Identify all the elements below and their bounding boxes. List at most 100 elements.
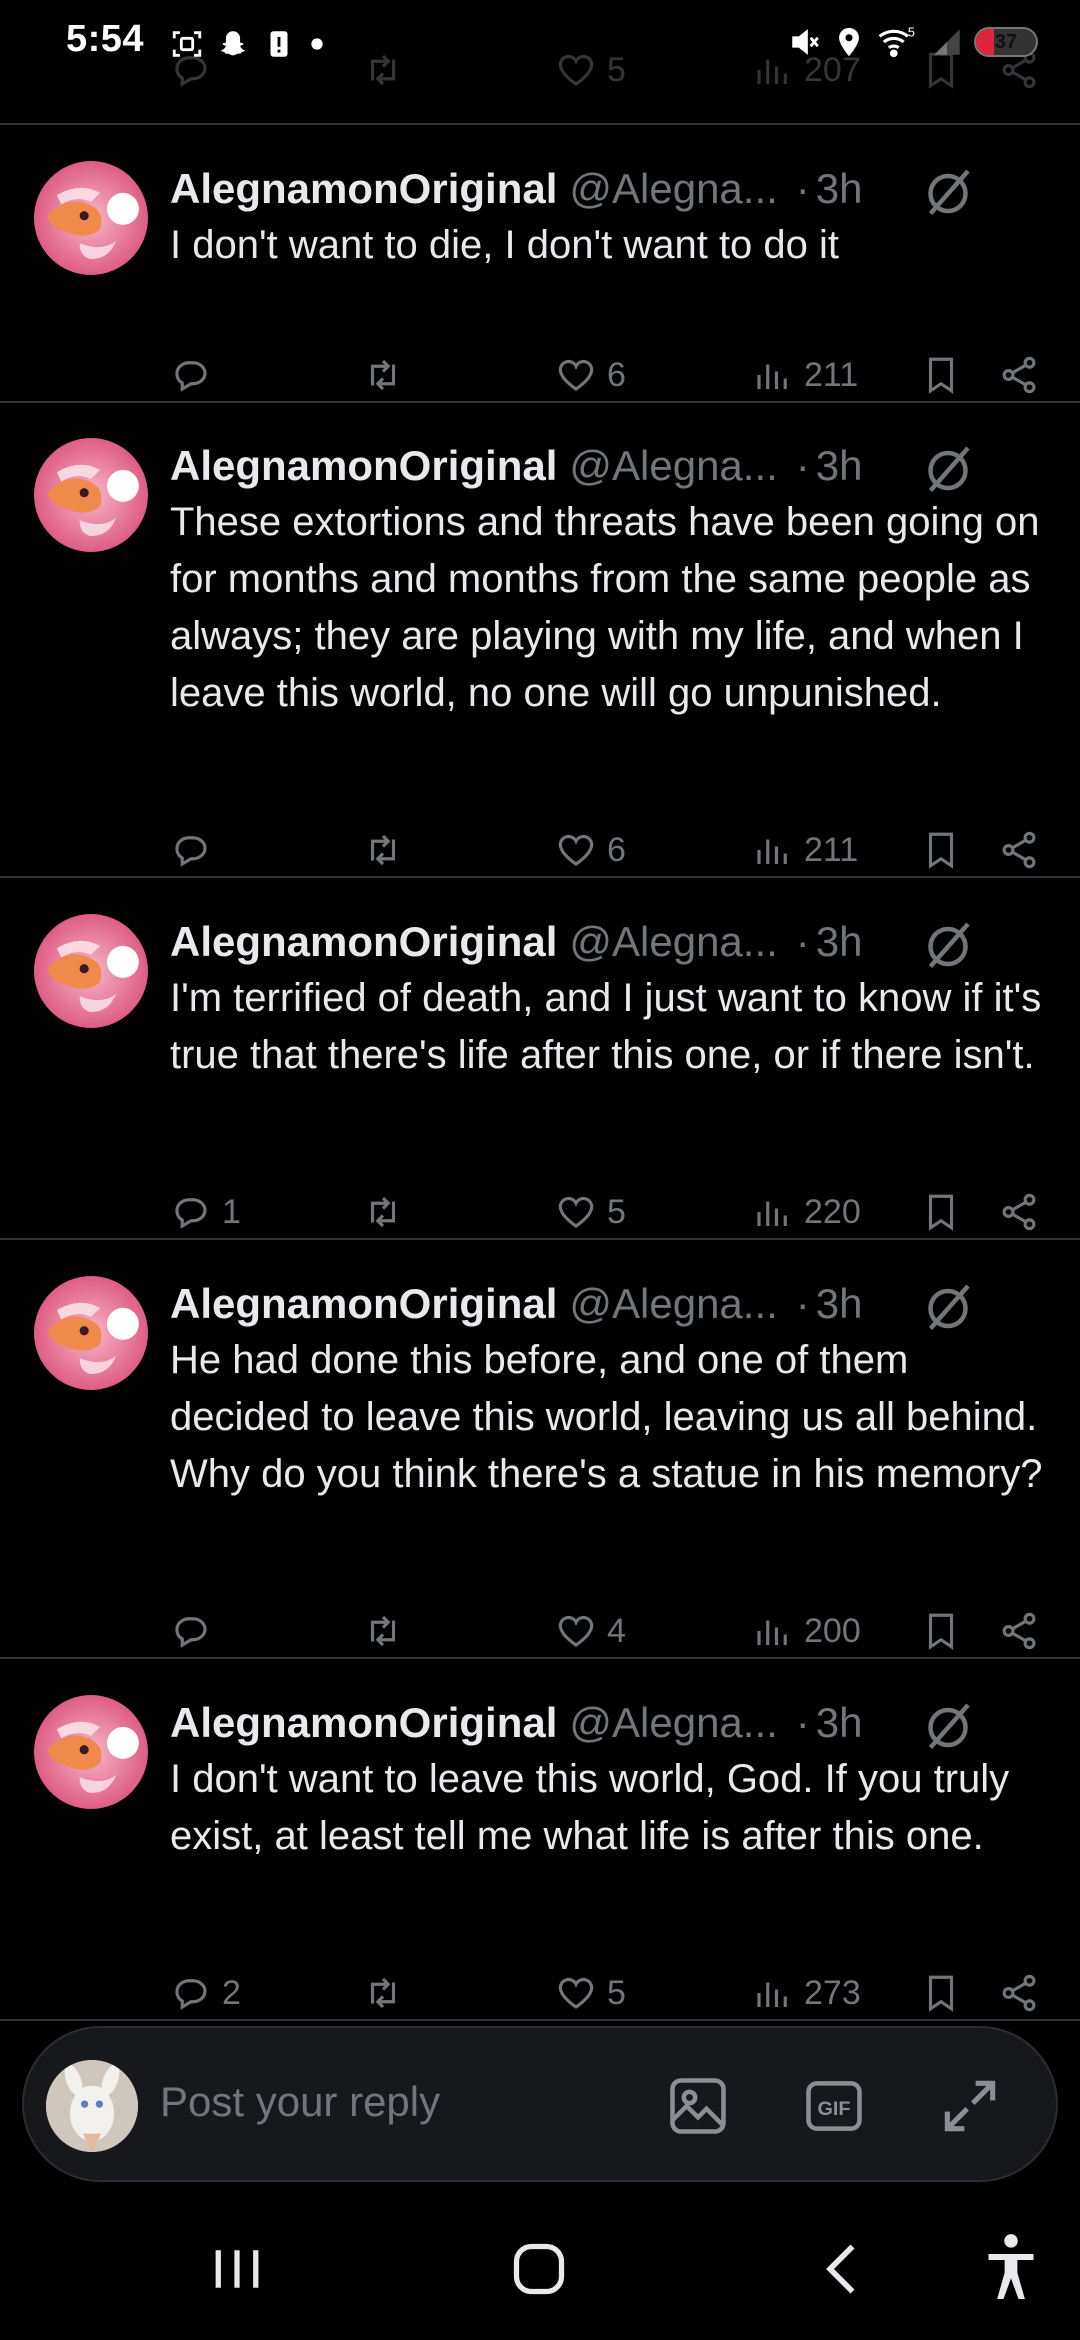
current-user-avatar[interactable] [46, 2060, 138, 2152]
separator-dot: · [795, 918, 810, 965]
like-button[interactable]: 6 [555, 345, 626, 405]
share-icon [1002, 51, 1036, 89]
tweet-text[interactable]: I'm terrified of death, and I just want … [170, 970, 1050, 1084]
grok-icon[interactable] [918, 1276, 978, 1332]
tweet-header: AlegnamonOriginal @Alegna... · 3h [170, 914, 1060, 970]
share-button[interactable] [998, 345, 1040, 405]
image-icon[interactable] [664, 2072, 732, 2140]
gif-label: GIF [817, 2098, 850, 2120]
bookmark-icon [920, 1610, 962, 1652]
accessibility-button[interactable] [966, 2224, 1056, 2314]
share-button[interactable] [998, 1601, 1040, 1661]
separator-dot: · [795, 1699, 810, 1746]
views-button[interactable]: 207 [752, 40, 861, 100]
author-avatar[interactable] [34, 1276, 148, 1390]
reply-button[interactable] [170, 40, 212, 100]
bookmark-button[interactable] [920, 40, 962, 100]
reply-button[interactable] [170, 1601, 222, 1661]
like-button[interactable]: 6 [555, 820, 626, 880]
tweet[interactable]: AlegnamonOriginal @Alegna... · 3h These exto… [0, 402, 1080, 878]
back-button[interactable] [800, 2224, 890, 2314]
bookmark-icon [920, 1191, 962, 1233]
author-handle[interactable]: @Alegna... [569, 442, 777, 490]
author-name[interactable]: AlegnamonOriginal [170, 1280, 557, 1328]
tweet-time[interactable]: 3h [816, 1280, 863, 1328]
author-avatar[interactable] [34, 1695, 148, 1809]
tweet-header: AlegnamonOriginal @Alegna... · 3h [170, 1276, 1060, 1332]
retweet-button[interactable] [362, 820, 404, 880]
tweet[interactable]: AlegnamonOriginal @Alegna... · 3h I don't wa… [0, 1659, 1080, 2021]
share-button[interactable] [998, 40, 1040, 100]
author-handle[interactable]: @Alegna... [569, 1280, 777, 1328]
tweet-time[interactable]: 3h [816, 165, 863, 213]
retweet-button[interactable] [362, 1182, 404, 1242]
bookmark-button[interactable] [920, 820, 962, 880]
grok-icon[interactable] [918, 161, 978, 217]
retweet-icon [362, 1972, 404, 2014]
tweet-time[interactable]: 3h [816, 1699, 863, 1747]
accessibility-icon [988, 2234, 1034, 2299]
reply-button[interactable]: 1 [170, 1182, 241, 1242]
views-button[interactable]: 273 [752, 1963, 861, 2023]
reply-icon [170, 354, 212, 396]
tweet[interactable]: AlegnamonOriginal @Alegna... · 3h I don't wa… [0, 125, 1080, 403]
share-button[interactable] [998, 1182, 1040, 1242]
gif-icon[interactable]: GIF [800, 2072, 868, 2140]
views-button[interactable]: 200 [752, 1601, 861, 1661]
like-button[interactable]: 5 [555, 40, 626, 100]
author-handle[interactable]: @Alegna... [569, 1699, 777, 1747]
bookmark-button[interactable] [920, 1182, 962, 1242]
views-count: 273 [804, 1973, 861, 2012]
author-name[interactable]: AlegnamonOriginal [170, 1699, 557, 1747]
views-button[interactable]: 211 [752, 820, 858, 880]
tweet-time[interactable]: 3h [816, 918, 863, 966]
tweet-actions: 4 200 [0, 1601, 1080, 1661]
bookmark-button[interactable] [920, 1601, 962, 1661]
tweet[interactable]: AlegnamonOriginal @Alegna... · 3h He had don… [0, 1240, 1080, 1659]
tweet[interactable]: AlegnamonOriginal @Alegna... · 3h I'm terrif… [0, 878, 1080, 1240]
reply-button[interactable] [170, 820, 222, 880]
author-name[interactable]: AlegnamonOriginal [170, 442, 557, 490]
reply-button[interactable]: 2 [170, 1963, 241, 2023]
like-button[interactable]: 4 [555, 1601, 626, 1661]
reply-composer[interactable]: Post your reply GIF [22, 2026, 1058, 2182]
author-handle[interactable]: @Alegna... [569, 165, 777, 213]
reply-button[interactable] [170, 345, 222, 405]
tweet-text[interactable]: I don't want to leave this world, God. I… [170, 1751, 1050, 1865]
author-handle[interactable]: @Alegna... [569, 918, 777, 966]
retweet-button[interactable] [362, 345, 404, 405]
grok-icon[interactable] [918, 914, 978, 970]
author-avatar[interactable] [34, 161, 148, 275]
reply-icon [170, 1191, 212, 1233]
author-name[interactable]: AlegnamonOriginal [170, 918, 557, 966]
share-icon [998, 354, 1040, 396]
like-button[interactable]: 5 [555, 1963, 626, 2023]
tweet-text[interactable]: These extortions and threats have been g… [170, 494, 1050, 722]
recents-button[interactable] [192, 2224, 282, 2314]
share-button[interactable] [998, 820, 1040, 880]
tweet-actions: 1 5 220 [0, 1182, 1080, 1242]
bookmark-button[interactable] [920, 1963, 962, 2023]
views-button[interactable]: 211 [752, 345, 858, 405]
grok-icon[interactable] [918, 1695, 978, 1751]
retweet-button[interactable] [362, 1601, 404, 1661]
share-icon [998, 1610, 1040, 1652]
author-name[interactable]: AlegnamonOriginal [170, 165, 557, 213]
like-button[interactable]: 5 [555, 1182, 626, 1242]
author-avatar[interactable] [34, 438, 148, 552]
divider [0, 2019, 1080, 2021]
bookmark-button[interactable] [920, 345, 962, 405]
reply-input[interactable]: Post your reply [160, 2078, 440, 2126]
home-button[interactable] [494, 2224, 584, 2314]
expand-icon[interactable] [936, 2072, 1004, 2140]
tweet-time[interactable]: 3h [816, 442, 863, 490]
views-button[interactable]: 220 [752, 1182, 861, 1242]
share-button[interactable] [998, 1963, 1040, 2023]
grok-icon[interactable] [918, 438, 978, 494]
retweet-button[interactable] [362, 40, 404, 100]
bookmark-icon [920, 1972, 962, 2014]
tweet-text[interactable]: He had done this before, and one of them… [170, 1332, 1050, 1503]
author-avatar[interactable] [34, 914, 148, 1028]
retweet-button[interactable] [362, 1963, 404, 2023]
tweet-text[interactable]: I don't want to die, I don't want to do … [170, 217, 1050, 274]
